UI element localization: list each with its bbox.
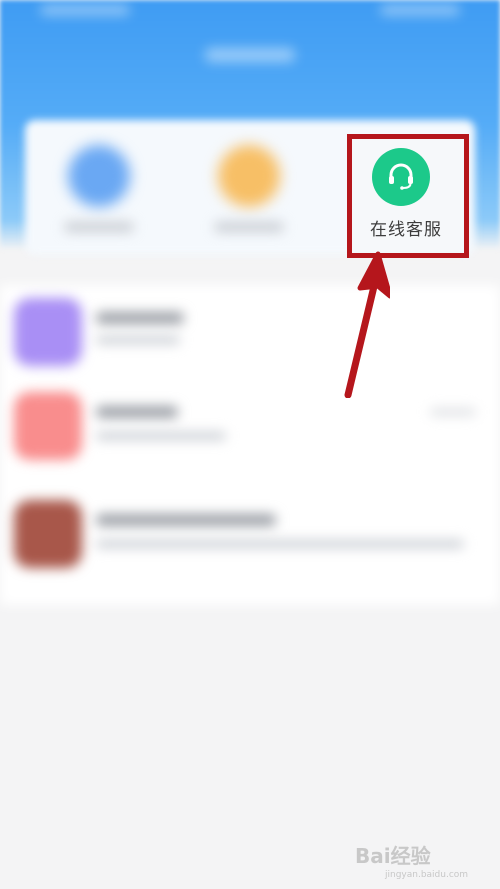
blurred-shortcut-label-2 [214,222,284,232]
blurred-list-sub-3 [96,540,464,548]
blurred-list-icon-3[interactable] [14,500,82,568]
blurred-list-icon-2[interactable] [14,392,82,460]
red-arrow [344,251,390,398]
blurred-list-title-1 [96,312,184,324]
highlight-box [347,134,469,258]
watermark-brand: Bai经验 [355,844,431,868]
blurred-status-right [380,5,460,15]
watermark-url: jingyan.baidu.com [385,870,469,880]
blurred-shortcut-icon-1[interactable] [68,145,130,207]
blurred-list-title-3 [96,514,276,526]
blurred-shortcut-icon-2[interactable] [218,145,280,207]
blurred-list-title-2 [96,406,178,418]
blurred-list-icon-1[interactable] [14,298,82,366]
blurred-status-left [40,5,130,15]
baidu-jingyan-watermark: Bai经验 jingyan.baidu.com [355,840,495,880]
blurred-list-sub-2 [96,432,226,440]
blurred-list-time-2 [430,408,476,416]
blurred-list-sub-1 [96,336,180,344]
blurred-page-title [205,48,295,62]
blurred-shortcut-label-1 [64,222,134,232]
